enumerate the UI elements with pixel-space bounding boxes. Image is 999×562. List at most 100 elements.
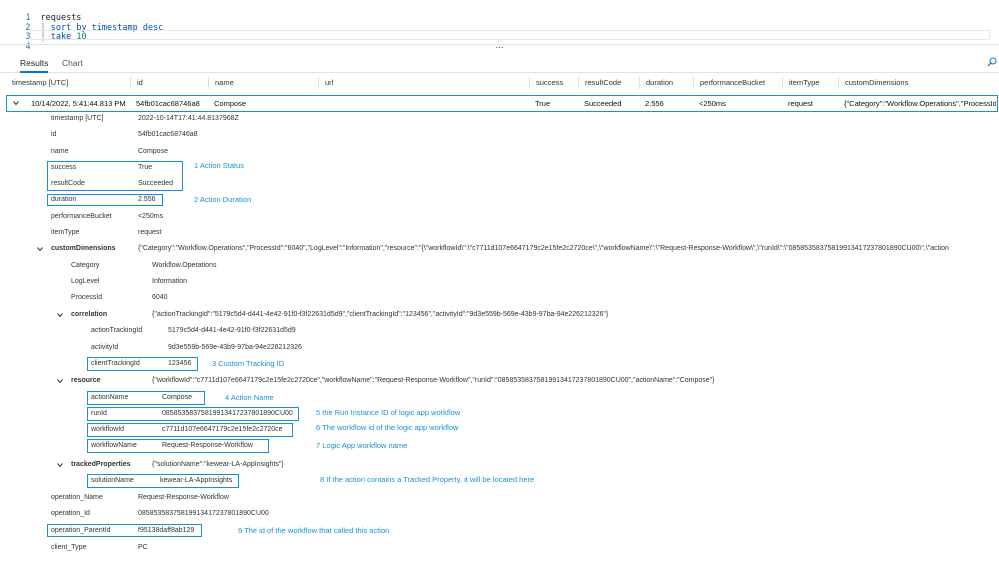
annotation-duration: 2 Action Duration (194, 195, 252, 204)
detail-value: 08585358375819913417237801890CU00 (138, 510, 269, 517)
table-row[interactable]: 10/14/2022, 5:41:44.813 PM 54fb01cac6874… (6, 95, 998, 112)
detail-value: Workflow.Operations (152, 262, 217, 269)
detail-value: 6040 (152, 294, 168, 301)
detail-value: {"Category":"Workflow.Operations","Proce… (138, 245, 949, 252)
detail-key: performanceBucket (51, 213, 112, 220)
splitter-grip[interactable]: ... (495, 40, 503, 51)
current-line-highlight (30, 30, 990, 40)
detail-key: actionName (91, 394, 129, 401)
cell-name: Compose (214, 99, 247, 108)
detail-key: workflowName (91, 442, 137, 449)
col-resultcode[interactable]: resultCode (585, 76, 621, 90)
detail-value: Request-Response-Workflow (162, 442, 253, 449)
col-divider[interactable] (693, 77, 694, 89)
detail-value: {"actionTrackingId":"5179c5d4-d441-4e42-… (152, 311, 609, 318)
detail-value: 5179c5d4-d441-4e42-91f0-f3f22631d5d9 (168, 327, 296, 334)
detail-key: itemType (51, 229, 80, 236)
annotation-workflow-name: 7 Logic App workflow name (316, 441, 408, 450)
chevron-down-icon[interactable] (57, 462, 63, 468)
detail-value: f95138daff8ab129 (138, 527, 195, 534)
chevron-down-icon[interactable] (37, 246, 43, 252)
detail-key: client_Type (51, 544, 87, 551)
col-itemtype[interactable]: itemType (789, 76, 819, 90)
detail-value: Request-Response-Workflow (138, 494, 229, 501)
detail-key[interactable]: resource (71, 375, 101, 387)
detail-value: PC (138, 544, 148, 551)
cell-resultcode: Succeeded (584, 99, 622, 108)
detail-key: id (51, 131, 57, 138)
col-success[interactable]: success (536, 76, 563, 90)
detail-key: runId (91, 410, 107, 417)
col-duration[interactable]: duration (646, 76, 673, 90)
detail-key[interactable]: customDimensions (51, 243, 116, 255)
annotation-workflow-id: 6 The workflow id of the logic app workf… (316, 423, 459, 432)
col-divider[interactable] (782, 77, 783, 89)
query-editor[interactable]: 1 requests 2 | sort by timestamp desc 3 | t… (0, 0, 999, 52)
cell-itemtype: request (788, 99, 814, 108)
detail-key: activityId (91, 344, 119, 351)
col-divider[interactable] (639, 77, 640, 89)
col-divider[interactable] (208, 77, 209, 89)
col-divider[interactable] (578, 77, 579, 89)
tab-chart[interactable]: Chart (62, 57, 83, 73)
detail-key: operation_ParentId (51, 527, 111, 534)
col-divider[interactable] (130, 77, 131, 89)
col-divider[interactable] (529, 77, 530, 89)
chevron-down-icon[interactable] (57, 378, 63, 384)
col-divider[interactable] (838, 77, 839, 89)
pane-splitter[interactable]: ... (0, 41, 999, 52)
annotation-tracked-property: 8 If the action contains a Tracked Prope… (320, 475, 535, 484)
chevron-down-icon[interactable] (13, 100, 19, 106)
detail-key: solutionName (91, 477, 134, 484)
detail-key: success (51, 164, 77, 171)
col-id[interactable]: id (137, 76, 143, 90)
col-divider[interactable] (318, 77, 319, 89)
code-line-1: 1 requests (0, 3, 81, 23)
search-icon[interactable] (987, 57, 997, 67)
detail-value: request (138, 229, 162, 236)
detail-value: kewear-LA-AppInsights (160, 477, 233, 484)
annotation-custom-tracking-id: 3 Custom Tracking ID (212, 359, 285, 368)
detail-value: Information (152, 278, 188, 285)
cell-customdimensions: {"Category":"Workflow.Operations","Proce… (844, 99, 996, 108)
detail-value: Compose (162, 394, 192, 401)
detail-key[interactable]: correlation (71, 309, 107, 321)
detail-key: Category (71, 262, 100, 269)
col-customdimensions[interactable]: customDimensions (845, 76, 908, 90)
cell-success: True (535, 99, 551, 108)
col-timestamp[interactable]: timestamp [UTC] (12, 76, 68, 90)
col-performancebucket[interactable]: performanceBucket (700, 76, 765, 90)
detail-value: {"workflowId":"c7711d107e6647179c2e15fe2… (152, 377, 715, 384)
detail-value: 2022-10-14T17:41:44.8137968Z (138, 115, 239, 122)
detail-value: <250ms (138, 213, 164, 220)
col-name[interactable]: name (215, 76, 234, 90)
tab-results[interactable]: Results (20, 57, 49, 73)
detail-key: operation_Id (51, 510, 90, 517)
detail-value: {"solutionName":"kewear-LA-AppInsights"} (152, 461, 284, 468)
results-tabs: Results Chart (0, 55, 999, 73)
detail-value: 2.556 (138, 196, 156, 203)
detail-key: operation_Name (51, 494, 103, 501)
detail-value: Compose (138, 148, 168, 155)
detail-value: c7711d107e6647179c2e15fe2c2720ce (162, 426, 283, 433)
detail-value: True (138, 164, 153, 171)
cell-duration: 2.556 (645, 99, 664, 108)
cell-id: 54fb01cac68746a8 (136, 99, 200, 108)
detail-key[interactable]: trackedProperties (71, 459, 131, 471)
chevron-down-icon[interactable] (57, 312, 63, 318)
annotation-operation-parent-id: 9 The id of the workflow that called thi… (238, 526, 390, 535)
col-url[interactable]: url (325, 76, 333, 90)
annotation-action-name: 4 Action Name (225, 393, 274, 402)
cell-performancebucket: <250ms (699, 99, 726, 108)
detail-value: 08585358375819913417237801890CU00 (162, 410, 293, 417)
detail-value: 54fb01cac68746a8 (138, 131, 198, 138)
detail-key: resultCode (51, 180, 85, 187)
annotation-action-status: 1 Action Status (194, 161, 245, 170)
detail-value: Succeeded (138, 180, 174, 187)
detail-key: timestamp [UTC] (51, 115, 104, 122)
detail-key: duration (51, 196, 77, 203)
cell-timestamp: 10/14/2022, 5:41:44.813 PM (31, 99, 126, 108)
detail-key: actionTrackingId (91, 327, 143, 334)
detail-key: ProcessId (71, 294, 103, 301)
detail-key: LogLevel (71, 278, 100, 285)
